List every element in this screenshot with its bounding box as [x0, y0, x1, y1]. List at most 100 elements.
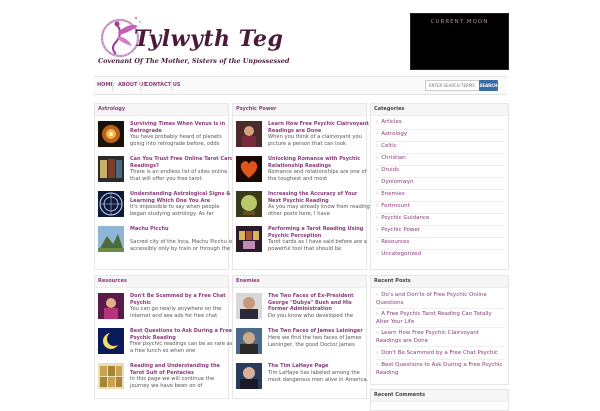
leininger-portrait-thumbnail[interactable]	[236, 328, 262, 354]
category-link[interactable]: › Psychic Guidance	[376, 215, 429, 221]
category-label: Fortmount	[381, 203, 410, 209]
clairvoyant-thumbnail[interactable]	[236, 121, 262, 147]
category-link[interactable]: › Enemies	[376, 191, 405, 197]
category-link[interactable]: › Celtic	[376, 143, 397, 149]
chevron-right-icon: ›	[376, 292, 379, 298]
main-nav: HOME ABOUT US CONTACT US SEARCH	[94, 76, 507, 95]
post-title-link[interactable]: Learn How Free Psychic Clairvoyant Readi…	[268, 121, 372, 134]
moon-sign-thumbnail[interactable]	[98, 328, 124, 354]
section-resources: Resources Don't Be Scammed by a Free Cha…	[94, 275, 233, 399]
post-item: The Tim LaHaye Page Tim LaHaye has label…	[236, 363, 368, 391]
section-psychic-power: Psychic Power Learn How Free Psychic Cla…	[232, 103, 370, 270]
pentacles-thumbnail[interactable]	[98, 363, 124, 389]
section-astrology: Astrology Surviving Times When Venus is …	[94, 103, 234, 270]
portrait-icon	[236, 363, 262, 389]
divider	[375, 237, 505, 238]
post-item: Don't Be Scammed by a Free Chat Psychic …	[98, 293, 226, 321]
recent-post-label: A Free Psychic Tarot Reading Can Totally…	[376, 311, 492, 325]
post-title-link[interactable]: Machu Picchu	[130, 226, 234, 233]
heart-icon	[236, 156, 262, 182]
post-excerpt: Here we find the two faces of James Lein…	[268, 335, 362, 348]
category-label: Uncategorized	[381, 251, 422, 257]
category-link[interactable]: › Articles	[376, 119, 402, 125]
category-label: Celtic	[381, 143, 397, 149]
category-link[interactable]: › Fortmount	[376, 203, 410, 209]
divider	[375, 177, 505, 178]
nav-divider	[171, 80, 172, 91]
recent-post-link[interactable]: › A Free Psychic Tarot Reading Can Totall…	[376, 311, 504, 326]
moon-sign-icon	[98, 328, 124, 354]
section-title[interactable]: Astrology	[95, 104, 228, 116]
tarot-cards-thumbnail[interactable]	[98, 156, 124, 182]
post-title-link[interactable]: Understanding Astrological Signs & Learn…	[130, 191, 234, 204]
post-excerpt: When you think of a clairvoyant you pict…	[268, 134, 362, 147]
page: Tylwyth Teg Covenant Of The Mother, Sist…	[0, 0, 600, 411]
category-label: Enemies	[381, 191, 405, 197]
post-excerpt: Sacred city of the Inca, Machu Picchu is…	[130, 239, 233, 252]
post-item: Machu Picchu Sacred city of the Inca, Ma…	[98, 226, 233, 254]
post-title-link[interactable]: Performing a Tarot Reading Using Psychic…	[268, 226, 372, 239]
galaxy-thumbnail[interactable]	[98, 121, 124, 147]
tarot-cards-icon	[98, 156, 124, 182]
post-title-link[interactable]: Surviving Times When Venus is in Retrogr…	[130, 121, 234, 134]
post-title-link[interactable]: Reading and Understanding the Tarot Suit…	[130, 363, 234, 376]
section-enemies: Enemies The Two Faces of Ex-President Ge…	[232, 275, 368, 399]
chevron-right-icon: ›	[376, 203, 379, 209]
psychic-woman-thumbnail[interactable]	[98, 293, 124, 319]
section-title[interactable]: Enemies	[233, 276, 366, 288]
recent-post-label: Do's and Don'ts of Free Psychic Online Q…	[376, 292, 487, 306]
nav-about-us[interactable]: ABOUT US	[118, 82, 147, 88]
category-label: Psychic Power	[381, 227, 420, 233]
category-link[interactable]: › Astrology	[376, 131, 407, 137]
site-logo[interactable]: Tylwyth Teg Covenant Of The Mother, Sist…	[94, 12, 324, 70]
category-link[interactable]: › Christian	[376, 155, 406, 161]
portrait-icon	[236, 328, 262, 354]
recent-post-link[interactable]: › Learn How Free Psychic Clairvoyant Read…	[376, 330, 504, 345]
lahaye-portrait-thumbnail[interactable]	[236, 363, 262, 389]
search-input[interactable]	[425, 80, 481, 91]
recent-comments-title: Recent Comments	[371, 390, 508, 402]
post-title-link[interactable]: Increasing the Accuracy of Your Next Psy…	[268, 191, 372, 204]
divider	[375, 153, 505, 154]
category-link[interactable]: › Dyniomwyn	[376, 179, 414, 185]
recent-post-label: Best Questions to Ask During a Free Psyc…	[376, 362, 503, 376]
mountain-thumbnail[interactable]	[98, 226, 124, 252]
section-title[interactable]: Resources	[95, 276, 228, 288]
category-label: Astrology	[381, 131, 408, 137]
search-button[interactable]: SEARCH	[479, 80, 498, 91]
crystal-ball-thumbnail[interactable]	[236, 191, 262, 217]
post-title-link[interactable]: Can You Trust Free Online Tarot Card Rea…	[130, 156, 234, 169]
section-title[interactable]: Psychic Power	[233, 104, 366, 116]
post-item: Performing a Tarot Reading Using Psychic…	[236, 226, 367, 254]
category-label: Christian	[381, 155, 406, 161]
post-title-link[interactable]: The Two Faces of Ex-President George "Du…	[268, 293, 372, 313]
post-title-link[interactable]: The Two Faces of James Leininger	[268, 328, 372, 335]
logo-title: Tylwyth Teg	[134, 26, 284, 52]
category-link[interactable]: › Resources	[376, 239, 409, 245]
post-item: Unlocking Romance with Psychic Relations…	[236, 156, 366, 184]
tarot-spread-thumbnail[interactable]	[236, 226, 262, 252]
bush-portrait-thumbnail[interactable]	[236, 293, 262, 319]
recent-post-link[interactable]: › Don't Be Scammed by a Free Chat Psychic	[376, 350, 504, 358]
post-title-link[interactable]: Don't Be Scammed by a Free Chat Psychic	[130, 293, 234, 306]
category-link[interactable]: › Psychic Power	[376, 227, 420, 233]
post-item: The Two Faces of Ex-President George "Du…	[236, 293, 362, 321]
recent-post-link[interactable]: › Do's and Don'ts of Free Psychic Online …	[376, 292, 504, 307]
post-excerpt: There is an endless list of sites online…	[130, 169, 228, 182]
zodiac-wheel-thumbnail[interactable]	[98, 191, 124, 217]
chevron-right-icon: ›	[376, 330, 379, 336]
category-link[interactable]: › Druids	[376, 167, 399, 173]
post-title-link[interactable]: The Tim LaHaye Page	[268, 363, 372, 370]
galaxy-icon	[98, 121, 124, 147]
post-excerpt: In this page we will continue the journe…	[130, 376, 215, 389]
sidebar-recent-posts: Recent Posts › Do's and Don'ts of Free Ps…	[370, 275, 509, 385]
category-link[interactable]: › Uncategorized	[376, 251, 421, 257]
nav-contact-us[interactable]: CONTACT US	[145, 82, 180, 88]
heart-thumbnail[interactable]	[236, 156, 262, 182]
post-title-link[interactable]: Unlocking Romance with Psychic Relations…	[268, 156, 372, 169]
post-title-link[interactable]: Best Questions to Ask During a Free Psyc…	[130, 328, 234, 341]
post-item: Surviving Times When Venus is in Retrogr…	[98, 121, 225, 149]
recent-post-link[interactable]: › Best Questions to Ask During a Free Psy…	[376, 362, 504, 377]
tarot-spread-icon	[236, 226, 262, 252]
chevron-right-icon: ›	[376, 179, 379, 185]
